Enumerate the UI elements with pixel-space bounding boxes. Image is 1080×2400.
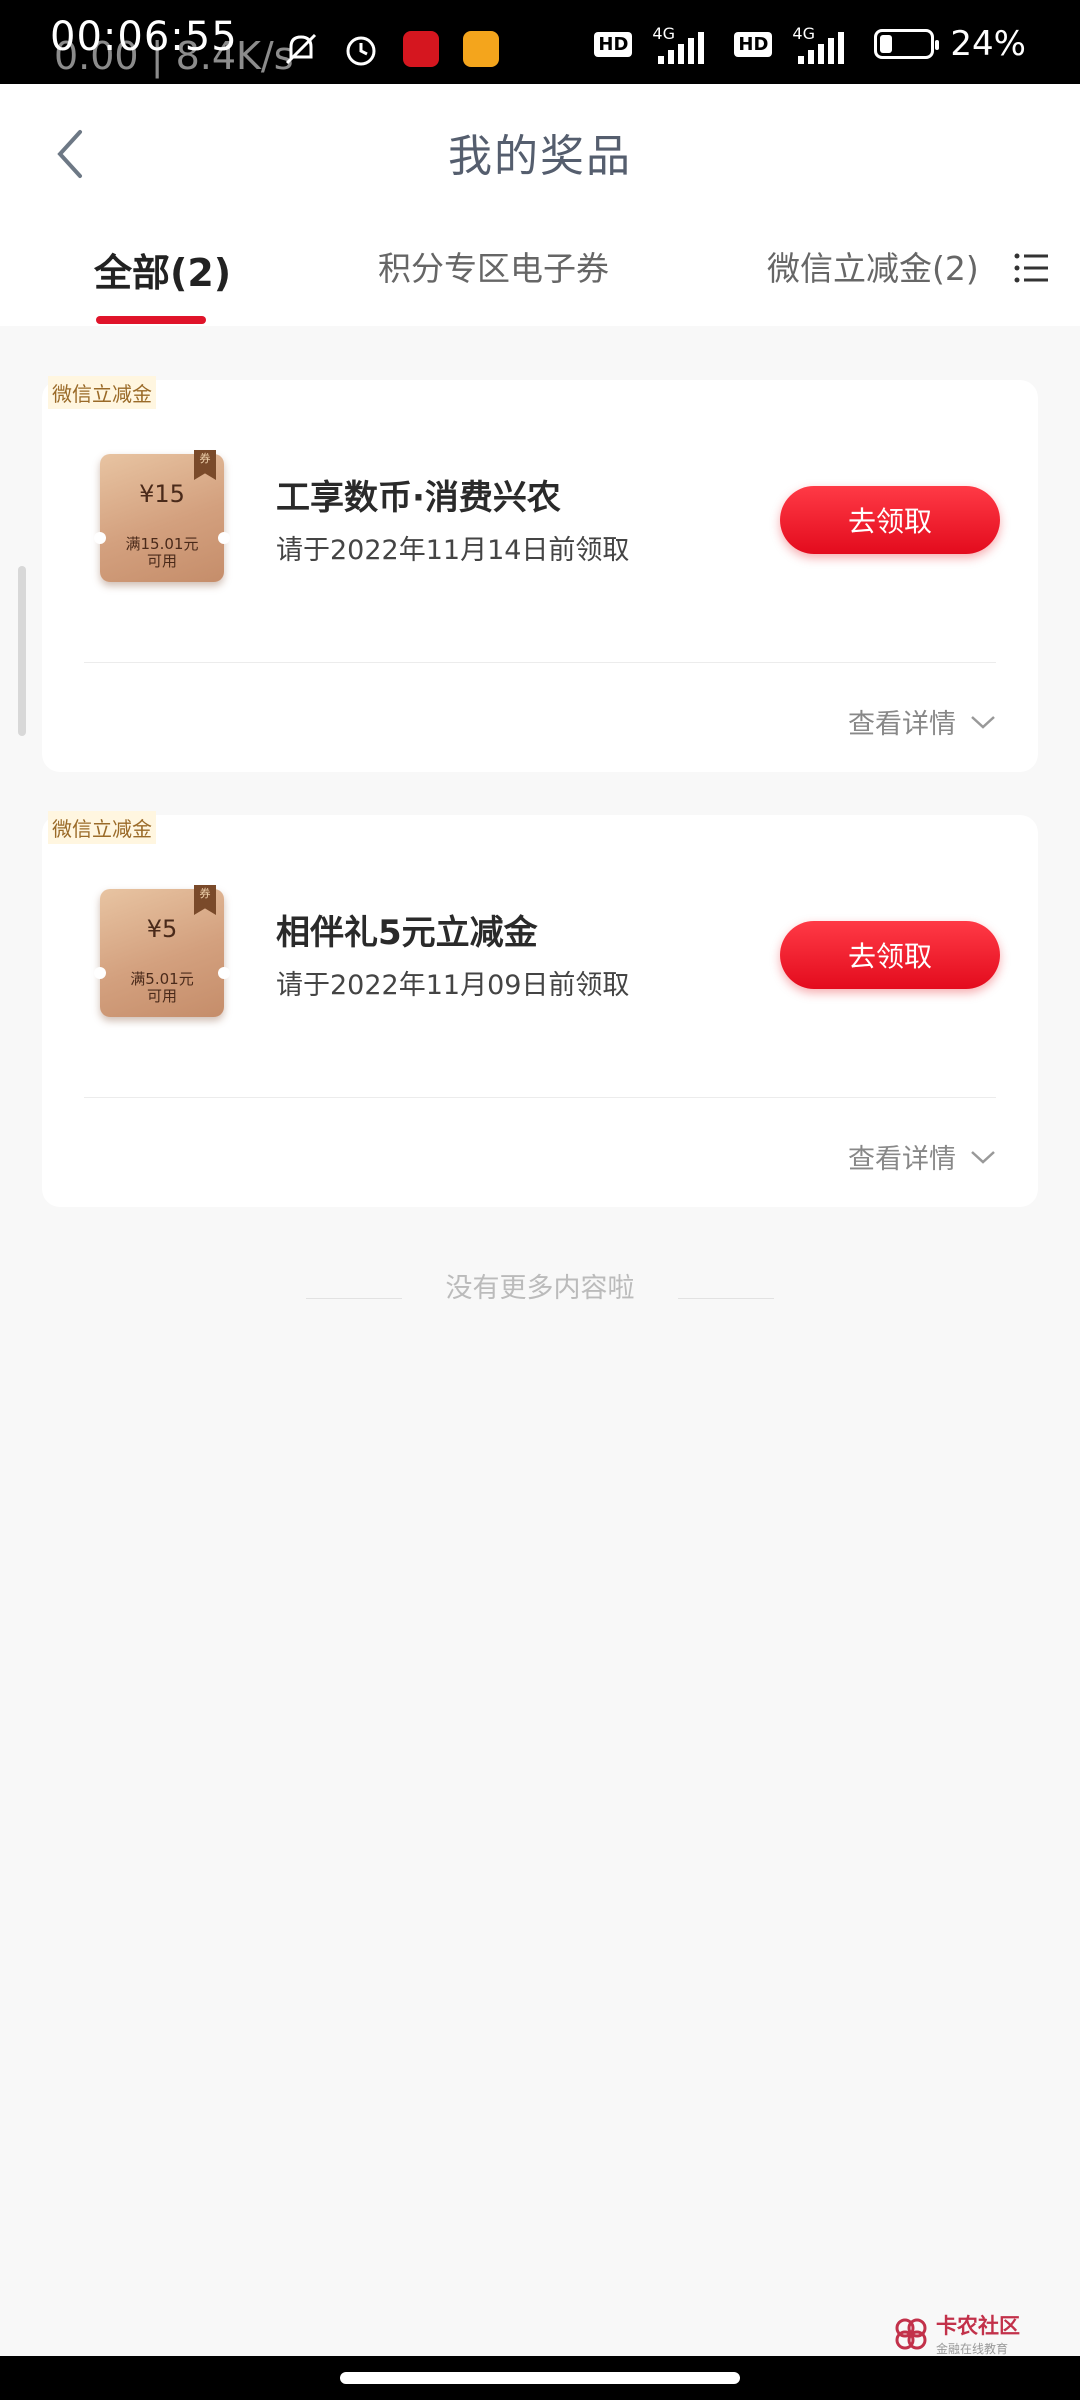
coupon-thumbnail: 券 ¥5 满5.01元 可用: [94, 885, 230, 1017]
view-details-link[interactable]: 查看详情: [848, 702, 996, 741]
prize-deadline: 请于2022年11月09日前领取: [276, 970, 630, 1001]
coupon-condition: 满5.01元 可用: [130, 970, 194, 1005]
watermark-title: 卡农社区: [936, 2314, 1020, 2338]
prize-card: 微信立减金 券 ¥15 满15.01元 可用 工享数币·消费兴农 请于2022年…: [42, 376, 1038, 772]
prize-deadline: 请于2022年11月14日前领取: [276, 535, 630, 566]
kanong-logo-icon: [895, 2318, 927, 2349]
app-header: 我的奖品: [0, 84, 1080, 224]
tab-bar: 全部(2) 积分专区电子券 微信立减金(2): [0, 224, 1080, 326]
status-time: 00:06:55: [50, 14, 238, 60]
view-details-link[interactable]: 查看详情: [848, 1137, 996, 1176]
status-right: HD 4G HD 4G 24%: [594, 24, 1026, 64]
chevron-down-icon: [971, 715, 995, 729]
hd-badge-2: HD: [734, 31, 773, 57]
coupon-ribbon-icon: 券: [194, 885, 216, 915]
prize-type-tag: 微信立减金: [48, 811, 156, 844]
notes-app-icon: [460, 28, 502, 70]
no-more-content: 没有更多内容啦: [445, 1273, 635, 1304]
prize-name: 工享数币·消费兴农: [276, 478, 561, 518]
watermark-subtitle: 金融在线教育: [936, 2342, 1009, 2356]
prize-type-tag: 微信立减金: [48, 376, 156, 409]
alarm-icon: [340, 28, 382, 70]
mute-bell-icon: [280, 28, 322, 70]
system-nav-bar: [0, 2356, 1080, 2400]
tab-indicator: [96, 316, 206, 324]
menu-list-icon[interactable]: [1012, 248, 1052, 288]
status-icons: [280, 28, 502, 70]
home-indicator[interactable]: [340, 2372, 740, 2384]
divider-right: [678, 1298, 774, 1299]
coupon-thumbnail: 券 ¥15 满15.01元 可用: [94, 450, 230, 582]
card-divider: [84, 662, 996, 663]
tab-wechat-discount[interactable]: 微信立减金(2): [767, 242, 979, 290]
hd-badge-1: HD: [594, 31, 633, 57]
signal-1-icon: 4G: [648, 24, 718, 64]
coupon-amount: ¥15: [139, 480, 185, 508]
coupon-ribbon-icon: 券: [194, 450, 216, 480]
coupon-amount: ¥5: [146, 915, 178, 943]
status-bar: 0.00 | 8.4K/s 00:06:55 HD 4G HD 4G 24%: [0, 0, 1080, 84]
signal-2-icon: 4G: [788, 24, 858, 64]
card-divider: [84, 1097, 996, 1098]
chevron-down-icon: [971, 1150, 995, 1164]
battery-icon: [874, 29, 940, 59]
scrollbar[interactable]: [18, 566, 26, 736]
tab-all[interactable]: 全部(2): [94, 242, 231, 297]
battery-percent: 24%: [950, 24, 1026, 64]
claim-button[interactable]: 去领取: [780, 486, 1000, 554]
page-title: 我的奖品: [448, 131, 632, 182]
bank-app-icon: [400, 28, 442, 70]
claim-button[interactable]: 去领取: [780, 921, 1000, 989]
prize-card: 微信立减金 券 ¥5 满5.01元 可用 相伴礼5元立减金 请于2022年11月…: [42, 811, 1038, 1207]
coupon-condition: 满15.01元 可用: [125, 535, 199, 570]
prize-name: 相伴礼5元立减金: [276, 913, 538, 953]
watermark: 卡农社区 金融在线教育: [894, 2310, 1020, 2357]
tab-points-coupons[interactable]: 积分专区电子券: [378, 242, 609, 290]
